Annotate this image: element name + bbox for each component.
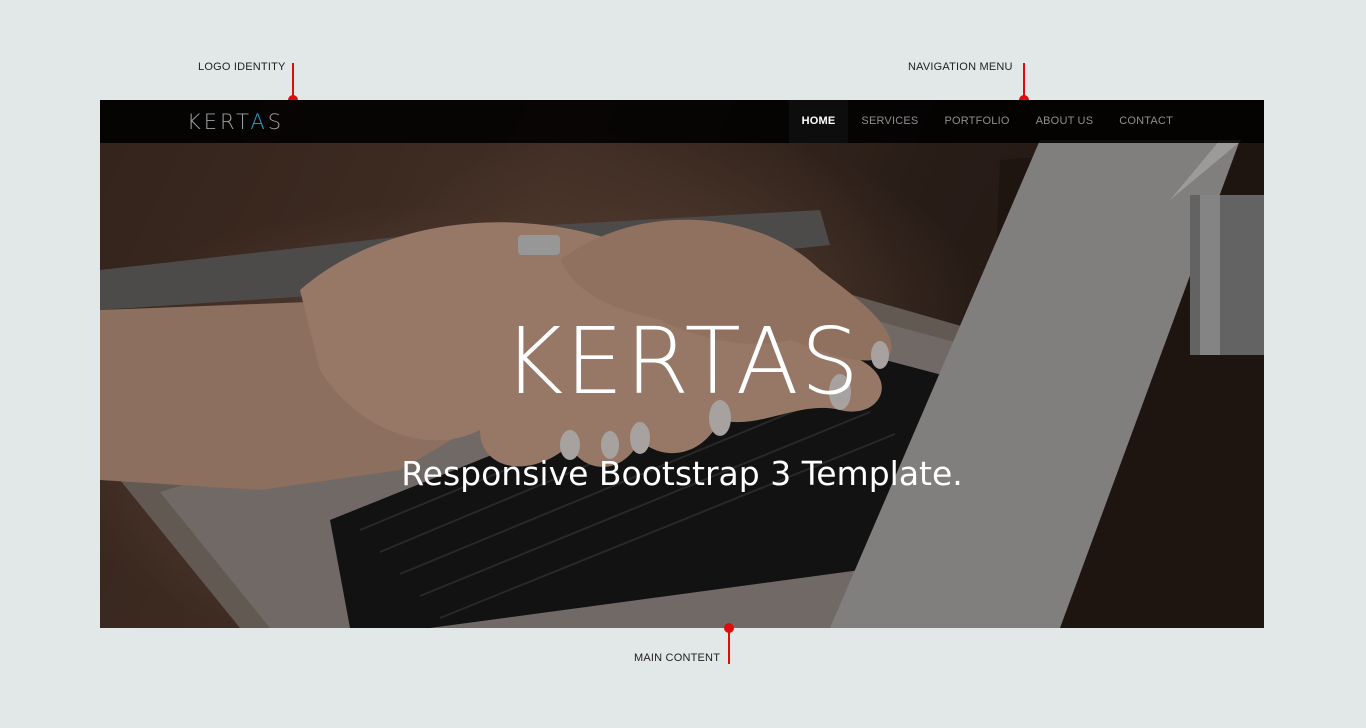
logo-accent-letter: A bbox=[250, 110, 268, 134]
callout-logo-identity-line bbox=[292, 63, 294, 97]
presentation-canvas: LOGO IDENTITY NAVIGATION MENU KERTAS HOM… bbox=[0, 0, 1366, 728]
callout-main-content-label: MAIN CONTENT bbox=[634, 652, 721, 664]
callout-main-content-line bbox=[728, 628, 730, 664]
hero-title: KERTAS bbox=[502, 308, 862, 415]
nav-item-contact[interactable]: CONTACT bbox=[1106, 100, 1186, 143]
nav-item-about-us[interactable]: ABOUT US bbox=[1023, 100, 1107, 143]
logo-text: KERT bbox=[187, 110, 251, 134]
nav-item-portfolio[interactable]: PORTFOLIO bbox=[931, 100, 1022, 143]
callout-logo-identity-label: LOGO IDENTITY bbox=[198, 61, 286, 73]
nav-item-services[interactable]: SERVICES bbox=[848, 100, 931, 143]
logo-text-end: S bbox=[267, 110, 285, 134]
hero-subtitle: Responsive Bootstrap 3 Template. bbox=[401, 454, 963, 493]
site-logo[interactable]: KERTAS bbox=[187, 109, 284, 135]
callout-navigation-menu-label: NAVIGATION MENU bbox=[908, 61, 1013, 73]
website-preview: KERTAS HOME SERVICES PORTFOLIO ABOUT US … bbox=[100, 100, 1264, 628]
main-navigation: HOME SERVICES PORTFOLIO ABOUT US CONTACT bbox=[788, 100, 1186, 143]
top-navbar: KERTAS HOME SERVICES PORTFOLIO ABOUT US … bbox=[100, 100, 1264, 143]
nav-item-home[interactable]: HOME bbox=[788, 100, 849, 143]
callout-navigation-menu-line bbox=[1023, 63, 1025, 97]
